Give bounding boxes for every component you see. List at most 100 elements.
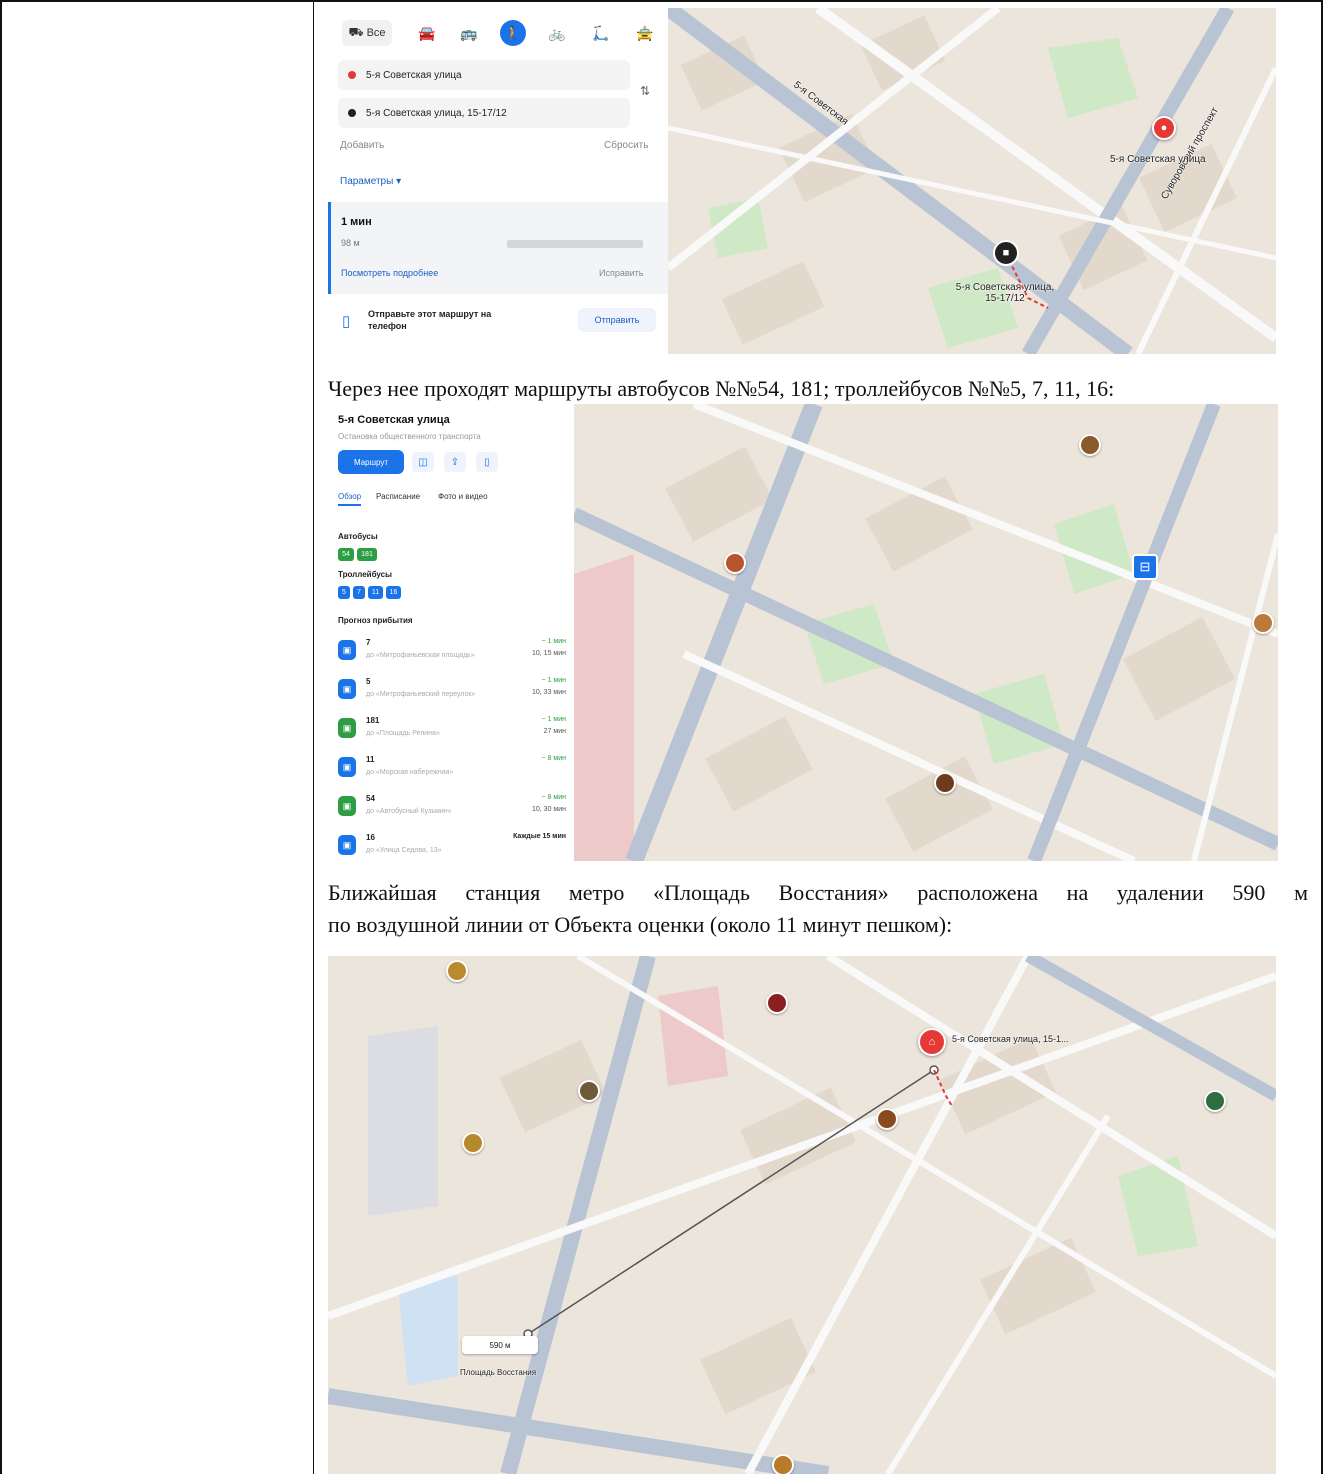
phone-icon: ▯	[342, 313, 351, 330]
transport-mode-bar: ⛟ Все 🚘 🚌 🚶 🚲 🛴 🚖	[342, 20, 662, 46]
car-icon[interactable]: 🚘	[414, 20, 440, 46]
tab-overview[interactable]: Обзор	[338, 492, 362, 506]
route-number: 7	[366, 638, 371, 647]
trolley-chip[interactable]: 11	[368, 586, 383, 599]
arrival-row[interactable]: ▣ 181 до «Площадь Репина» ~ 1 мин 27 мин	[328, 714, 574, 752]
eta: ~ 8 мин	[541, 794, 566, 801]
metro-distance-map[interactable]: ⌂ 5-я Советская улица, 15-1... 590 м Пло…	[328, 956, 1276, 1474]
route-point-a[interactable]: 5-я Советская улица	[338, 60, 630, 90]
eta: ~ 8 мин	[541, 755, 566, 762]
metro-label: Площадь Восстания	[460, 1368, 537, 1377]
stop-info-panel: 5-я Советская улица Остановка общественн…	[328, 404, 574, 861]
route-number: 11	[366, 755, 375, 764]
poi-photo-marker[interactable]	[1252, 612, 1274, 634]
send-button[interactable]: Отправить	[578, 308, 656, 332]
stop-title: 5-я Советская улица	[338, 414, 450, 426]
eta-next: 10, 33 мин	[532, 689, 566, 696]
vehicle-icon: ▣	[338, 835, 356, 855]
reset-link[interactable]: Сбросить	[604, 140, 648, 151]
fix-link[interactable]: Исправить	[599, 268, 643, 278]
route-direction: до «Площадь Репина»	[366, 730, 440, 737]
poi-photo-marker[interactable]	[724, 552, 746, 574]
vehicle-icon: ▣	[338, 796, 356, 816]
details-link[interactable]: Посмотреть подробнее	[341, 268, 438, 278]
route-direction: до «Митрофаньевская площадь»	[366, 652, 475, 659]
phone-icon[interactable]: ▯	[476, 452, 498, 472]
send-text: Отправьте этот маршрут на телефон	[368, 309, 492, 331]
vehicle-icon: ▣	[338, 640, 356, 660]
eta: ~ 1 мин	[541, 638, 566, 645]
stop-screenshot: ⊟ 5-я Советская улица Остановка обществе…	[328, 404, 1278, 861]
map-pin-start[interactable]: ●	[1152, 116, 1176, 140]
route-button-label: Маршрут	[353, 457, 389, 467]
pin-label: 5-я Советская улица	[1110, 154, 1206, 165]
add-point-link[interactable]: Добавить	[340, 140, 384, 151]
arrival-row[interactable]: ▣ 7 до «Митрофаньевская площадь» ~ 1 мин 10,…	[328, 636, 574, 674]
map-pin-end[interactable]: ■	[993, 240, 1019, 266]
forecast-heading: Прогноз прибытия	[338, 616, 413, 625]
poi-photo-marker[interactable]	[876, 1108, 898, 1130]
interval: Каждые 15 мин	[513, 833, 566, 840]
tab-schedule[interactable]: Расписание	[376, 492, 420, 501]
walk-icon[interactable]: 🚶	[500, 20, 526, 46]
bus-icon[interactable]: 🚌	[456, 20, 482, 46]
poi-photo-marker[interactable]	[1204, 1090, 1226, 1112]
bus-stop-pin[interactable]: ⊟	[1132, 554, 1158, 580]
route-number: 54	[366, 794, 375, 803]
share-icon[interactable]: ⇪	[444, 452, 466, 472]
trolley-chip[interactable]: 5	[338, 586, 350, 599]
arrival-row[interactable]: ▣ 5 до «Митрофаньевский переулок» ~ 1 мин 10…	[328, 675, 574, 713]
poi-photo-marker[interactable]	[1079, 434, 1101, 456]
taxi-icon[interactable]: 🚖	[632, 20, 658, 46]
poi-photo-marker[interactable]	[578, 1080, 600, 1102]
route-direction: до «Митрофаньевский переулок»	[366, 691, 476, 698]
arrival-row[interactable]: ▣ 16 до «Улица Седова, 13» Каждые 15 мин	[328, 831, 574, 861]
distance-chip[interactable]: 590 м	[462, 1336, 538, 1354]
point-b-text: 5-я Советская улица, 15-17/12	[366, 107, 507, 119]
poi-photo-marker[interactable]	[462, 1132, 484, 1154]
bike-icon[interactable]: 🚲	[544, 20, 570, 46]
buses-heading: Автобусы	[338, 532, 378, 541]
map-route[interactable]: 5-я Советская Суворовский проспект ● 5-я…	[668, 8, 1276, 354]
eta: ~ 1 мин	[541, 677, 566, 684]
route-direction: до «Улица Седова, 13»	[366, 847, 442, 854]
route-time: 1 мин	[341, 216, 372, 228]
tab-photos[interactable]: Фото и видео	[438, 492, 488, 501]
bus-chip[interactable]: 54	[338, 548, 354, 561]
map-stop[interactable]: ⊟	[574, 404, 1278, 861]
route-screenshot: 5-я Советская Суворовский проспект ● 5-я…	[328, 8, 1276, 354]
end-dot	[348, 109, 356, 117]
arrival-row[interactable]: ▣ 11 до «Морская набережная» ~ 8 мин	[328, 753, 574, 791]
trolley-chip[interactable]: 7	[353, 586, 365, 599]
eta: ~ 1 мин	[541, 716, 566, 723]
table-cell-left	[0, 0, 314, 1474]
send-to-phone-row: ▯ Отправьте этот маршрут на телефон Отпр…	[328, 300, 668, 346]
params-dropdown[interactable]: Параметры ▾	[340, 176, 401, 187]
poi-photo-marker[interactable]	[766, 992, 788, 1014]
eta-next: 10, 15 мин	[532, 650, 566, 657]
route-card[interactable]: 1 мин 98 м Посмотреть подробнее Исправит…	[328, 202, 668, 294]
arrival-row[interactable]: ▣ 54 до «Автобусный Кузьмин» ~ 8 мин 10, 30 …	[328, 792, 574, 830]
paragraph-metro-2: по воздушной линии от Объекта оценки (ок…	[328, 912, 953, 937]
destination-pin[interactable]: ⌂	[918, 1028, 946, 1056]
poi-photo-marker[interactable]	[934, 772, 956, 794]
vehicle-icon: ▣	[338, 679, 356, 699]
stop-subtitle: Остановка общественного транспорта	[338, 432, 481, 441]
bookmark-icon[interactable]: ◫	[412, 452, 434, 472]
bus-chip[interactable]: 181	[357, 548, 377, 561]
swap-icon[interactable]: ⇅	[640, 84, 650, 98]
poi-photo-marker[interactable]	[772, 1454, 794, 1474]
route-button[interactable]: Маршрут	[338, 450, 404, 474]
trolley-chip[interactable]: 16	[386, 586, 401, 599]
eta-next: 10, 30 мин	[532, 806, 566, 813]
poi-photo-marker[interactable]	[446, 960, 468, 982]
route-number: 5	[366, 677, 371, 686]
route-point-b[interactable]: 5-я Советская улица, 15-17/12	[338, 98, 630, 128]
mode-all-button[interactable]: ⛟ Все	[342, 20, 392, 46]
scooter-icon[interactable]: 🛴	[588, 20, 614, 46]
vehicles-icon: ⛟	[348, 25, 364, 39]
vehicle-icon: ▣	[338, 757, 356, 777]
paragraph-routes: Через нее проходят маршруты автобусов №№…	[328, 376, 1115, 401]
pin-label: 5-я Советская улица, 15-17/12	[955, 282, 1055, 304]
distance-chip-value: 590 м	[489, 1340, 511, 1350]
